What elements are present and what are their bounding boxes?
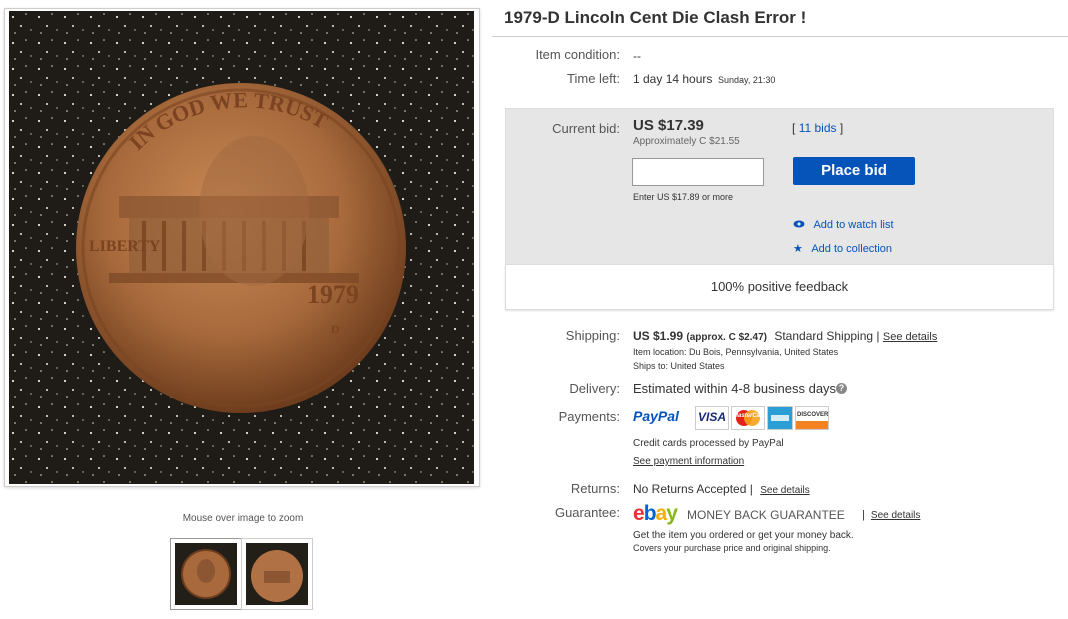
payments-label: Payments: <box>558 409 620 424</box>
place-bid-button[interactable]: Place bid <box>793 157 915 185</box>
current-bid-approx: Approximately C $21.55 <box>633 136 740 147</box>
paypal-logo: PayPal <box>633 408 679 424</box>
add-to-watch-list[interactable]: Add to watch list <box>793 215 894 233</box>
amex-card-icon <box>767 406 793 430</box>
guarantee-details: | See details <box>862 509 921 521</box>
time-left-label: Time left: <box>567 71 620 86</box>
bid-count: [ 11 bids ] <box>792 121 844 135</box>
ships-to: Ships to: United States <box>633 361 725 371</box>
shipping-line: US $1.99 (approx. C $2.47) Standard Ship… <box>633 329 938 343</box>
payment-info-link[interactable]: See payment information <box>633 456 744 467</box>
star-icon: ★ <box>793 243 803 255</box>
guarantee-details-link[interactable]: See details <box>871 510 920 521</box>
bid-hint: Enter US $17.89 or more <box>633 192 734 202</box>
shipping-label: Shipping: <box>565 328 620 343</box>
coin-mint-mark: D <box>331 322 340 336</box>
zoom-hint: Mouse over image to zoom <box>182 513 304 524</box>
add-to-collection[interactable]: ★ Add to collection <box>793 239 892 257</box>
shipping-cost: US $1.99 <box>633 329 684 343</box>
help-icon[interactable]: ? <box>836 383 847 394</box>
discover-card-icon: DISCOVER <box>795 406 829 430</box>
returns-line: No Returns Accepted | See details <box>633 482 810 496</box>
eye-icon <box>793 220 805 228</box>
ebay-logo: ebay <box>633 502 678 525</box>
returns-value: No Returns Accepted <box>633 482 747 496</box>
bid-count-link[interactable]: 11 bids <box>799 121 837 135</box>
bid-amount-input[interactable] <box>632 158 764 186</box>
thumbnail-2[interactable] <box>241 538 313 610</box>
seller-feedback: 100% positive feedback <box>505 264 1054 310</box>
payment-note: Credit cards processed by PayPal <box>633 438 784 449</box>
coin-year: 1979 <box>307 280 359 309</box>
time-left-end: Sunday, 21:30 <box>718 75 776 85</box>
guarantee-label: Guarantee: <box>554 505 620 520</box>
shipping-service: Standard Shipping <box>774 329 874 343</box>
condition-value: -- <box>633 49 641 63</box>
current-bid-label: Current bid: <box>552 121 620 136</box>
guarantee-line-1: Get the item you ordered or get your mon… <box>633 530 854 541</box>
main-image-frame: IN GOD WE TRUST LIBERTY 1979 D <box>4 8 480 487</box>
money-back-guarantee: MONEY BACK GUARANTEE <box>687 508 845 522</box>
listing-title: 1979-D Lincoln Cent Die Clash Error ! <box>504 8 807 27</box>
delivery-value: Estimated within 4-8 business days <box>633 381 837 396</box>
shipping-details-link[interactable]: See details <box>883 331 937 343</box>
returns-details-link[interactable]: See details <box>760 485 809 496</box>
shipping-approx: (approx. C $2.47) <box>686 332 767 343</box>
returns-label: Returns: <box>570 481 620 496</box>
current-bid-value: US $17.39 <box>633 117 704 134</box>
thumbnail-1[interactable] <box>170 538 242 610</box>
time-left-value: 1 day 14 hours <box>633 72 713 86</box>
mastercard-icon: MasterCard <box>731 406 766 430</box>
guarantee-line-2: Covers your purchase price and original … <box>633 543 831 553</box>
delivery-label: Delivery: <box>569 381 620 396</box>
item-location: Item location: Du Bois, Pennsylvania, Un… <box>633 347 839 357</box>
title-divider <box>492 36 1068 37</box>
coin-photo[interactable]: IN GOD WE TRUST LIBERTY 1979 D <box>9 11 474 484</box>
condition-label: Item condition: <box>535 47 620 62</box>
coin-liberty: LIBERTY <box>89 238 161 255</box>
visa-card-icon: VISA <box>695 406 729 430</box>
